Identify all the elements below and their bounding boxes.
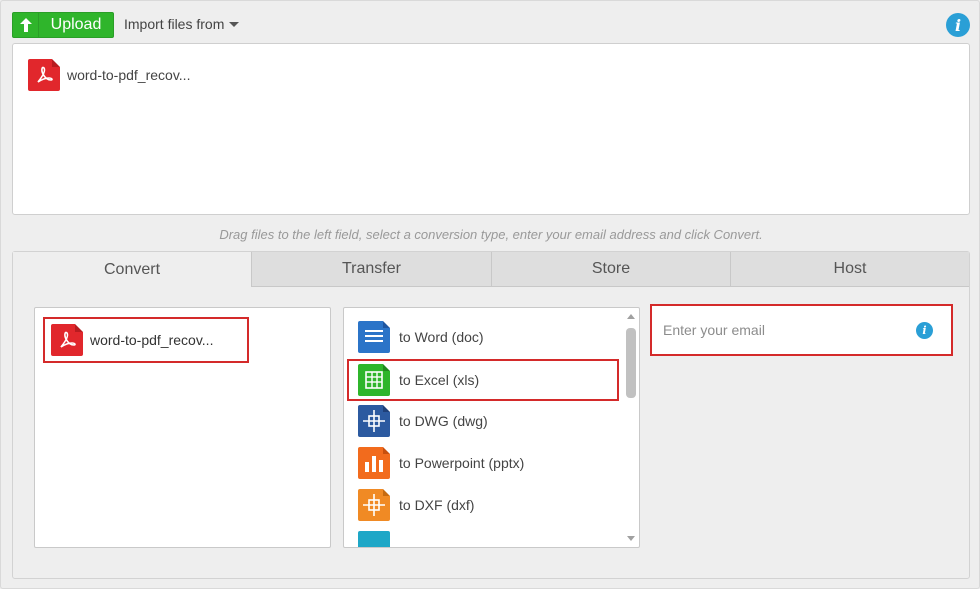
dwg-icon xyxy=(358,405,390,437)
excel-icon xyxy=(358,364,390,396)
selected-file-item[interactable]: word-to-pdf_recov... xyxy=(43,317,249,363)
dxf-icon xyxy=(358,489,390,521)
conversion-option-excel[interactable]: to Excel (xls) xyxy=(347,359,619,401)
conversion-options: to Word (doc) to Excel (xls) to DWG (dwg… xyxy=(344,308,624,547)
pdf-file-icon xyxy=(28,59,60,91)
instructions-hint: Drag files to the left field, select a c… xyxy=(219,227,763,242)
conversion-label: to Word (doc) xyxy=(399,329,484,345)
email-field-container: i xyxy=(650,304,953,356)
file-drop-zone[interactable]: word-to-pdf_recov... xyxy=(12,43,970,215)
tab-transfer[interactable]: Transfer xyxy=(251,252,491,287)
conversion-option-dxf[interactable]: to DXF (dxf) xyxy=(347,484,619,526)
conversion-option-dwg[interactable]: to DWG (dwg) xyxy=(347,400,619,442)
scroll-thumb[interactable] xyxy=(626,328,636,398)
arrow-up-icon xyxy=(13,13,39,37)
selected-file-name: word-to-pdf_recov... xyxy=(90,332,214,348)
upload-button[interactable]: Upload xyxy=(12,12,114,38)
import-files-dropdown[interactable]: Import files from xyxy=(124,16,240,32)
conversion-option-powerpoint[interactable]: to Powerpoint (pptx) xyxy=(347,442,619,484)
powerpoint-icon xyxy=(358,447,390,479)
conversion-label: to DXF (dxf) xyxy=(399,497,475,513)
conversion-label: to Excel (xls) xyxy=(399,372,480,388)
caret-down-icon xyxy=(229,21,240,27)
conversion-option-next[interactable] xyxy=(347,526,619,547)
email-info-icon[interactable]: i xyxy=(916,322,933,339)
upload-label: Upload xyxy=(50,16,102,33)
conversion-label: to DWG (dwg) xyxy=(399,413,488,429)
tab-convert[interactable]: Convert xyxy=(13,252,251,287)
tab-bar: Convert Transfer Store Host xyxy=(13,252,969,287)
converter-window: Upload Import files from i word-to-pdf_r… xyxy=(0,0,980,589)
uploaded-file-name: word-to-pdf_recov... xyxy=(67,67,191,83)
pdf-file-icon xyxy=(51,324,83,356)
action-panel: Convert Transfer Store Host word-to-pdf_… xyxy=(12,251,970,579)
conversion-type-list: to Word (doc) to Excel (xls) to DWG (dwg… xyxy=(343,307,640,548)
info-icon[interactable]: i xyxy=(946,13,970,37)
tab-host[interactable]: Host xyxy=(730,252,969,287)
conversion-label: to Powerpoint (pptx) xyxy=(399,455,525,471)
tab-store[interactable]: Store xyxy=(491,252,730,287)
import-label: Import files from xyxy=(124,16,225,32)
uploaded-file[interactable]: word-to-pdf_recov... xyxy=(28,59,190,91)
scroll-down-icon[interactable] xyxy=(627,536,635,541)
word-icon xyxy=(358,321,390,353)
selected-files-list: word-to-pdf_recov... xyxy=(34,307,331,548)
file-type-icon xyxy=(358,531,390,547)
conversion-option-word[interactable]: to Word (doc) xyxy=(347,316,619,358)
conversion-list-scrollbar[interactable] xyxy=(623,308,639,547)
email-input[interactable] xyxy=(654,308,904,352)
scroll-up-icon[interactable] xyxy=(627,314,635,319)
